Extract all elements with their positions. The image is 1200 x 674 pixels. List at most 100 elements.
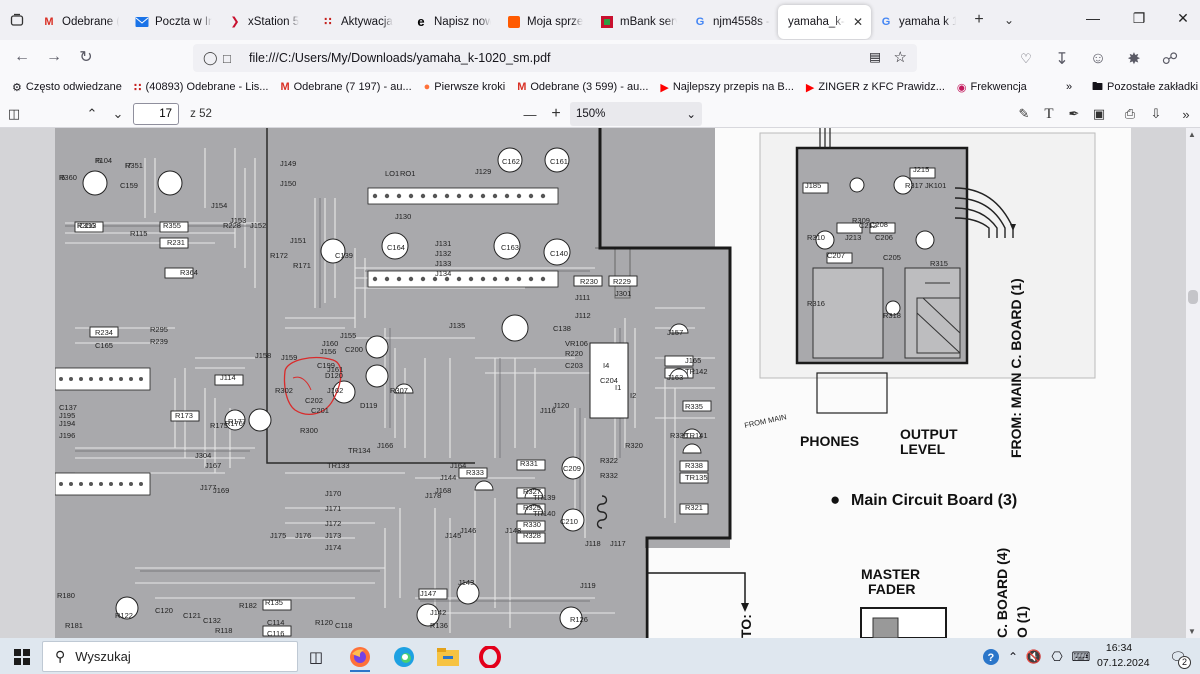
schematic-part-label: R180 [57,591,75,600]
vertical-scrollbar[interactable] [1186,128,1200,638]
previous-page-button[interactable]: ⌃ [82,104,102,124]
tab-mail[interactable]: Poczta w In [127,5,220,39]
network-button[interactable]: ⎔ [1046,641,1068,673]
volume-button[interactable]: 🔇 [1023,641,1045,673]
schematic-part-label: C206 [875,233,893,242]
zoom-out-button[interactable]: — [520,104,540,124]
reader-view-icon[interactable]: ▤ [869,49,881,64]
zoom-in-button[interactable]: + [546,104,566,124]
zoom-select[interactable]: 150% ⌄ [570,102,702,126]
sidebar-toggle-button[interactable]: ◫ [4,104,24,124]
keyboard-button[interactable]: ⌨ [1069,641,1093,673]
pocket-button[interactable]: ♡ [1010,45,1042,73]
tab-google-yamaha[interactable]: G yamaha k 1 [871,5,964,39]
new-tab-button[interactable]: + [964,5,994,35]
draw-button[interactable]: ✒ [1064,104,1084,124]
reload-button[interactable]: ↻ [70,43,102,71]
account-button[interactable]: ☺ [1082,45,1114,73]
schematic-part-label: J301 [615,289,631,298]
bookmark-item[interactable]: M Odebrane (7 197) - au... [274,81,417,93]
taskbar-file-explorer[interactable] [430,641,466,673]
taskbar-clock[interactable]: 16:34 07.12.2024 [1097,641,1150,671]
schematic-part-label: J172 [325,519,341,528]
shield-icon: ◯ [203,50,218,65]
scroll-down-arrow-icon[interactable]: ▼ [1188,627,1196,636]
bookmark-item[interactable]: ▶ ZINGER z KFC Prawidz... [800,81,951,94]
forward-button[interactable]: → [38,43,70,71]
arrow-right-icon: → [46,48,62,65]
text-tool-button[interactable]: T [1039,104,1059,124]
scrollbar-thumb[interactable] [1188,290,1198,304]
bookmark-item[interactable]: ⚙ Często odwiedzane [6,81,128,94]
taskbar-search[interactable]: ⚲ Wyszukaj [42,641,298,672]
start-button[interactable] [4,641,40,673]
schematic-part-label: J142 [430,608,446,617]
folder-icon: 🖿 [1092,80,1103,93]
extensions-button[interactable]: ☍ [1154,45,1186,73]
pdf-viewer[interactable]: R360 F104 R351 R356 C159 R115 R355 R231 R228 J154… [0,128,1186,638]
tab-napisz[interactable]: e Napisz now [406,5,499,39]
scroll-up-arrow-icon[interactable]: ▲ [1188,130,1196,139]
double-chevron-right-icon: » [1182,106,1190,122]
back-button[interactable]: ← [6,43,38,71]
bookmark-item[interactable]: M Odebrane (3 599) - au... [511,81,654,93]
bookmark-item[interactable]: ◉ Frekwencja [951,81,1033,94]
bookmark-label: Frekwencja [970,81,1027,93]
image-button[interactable]: ▣ [1089,104,1109,124]
bullet-icon: ● [830,490,840,509]
menu-button[interactable]: ≡ [1190,45,1200,73]
tray-overflow-button[interactable]: ⌃ [1003,641,1023,673]
tab-allegro[interactable]: Moja sprze [499,5,592,39]
help-tray-button[interactable]: ? [980,641,1002,673]
tab-list-button[interactable] [0,5,34,35]
other-bookmarks[interactable]: 🖿 Pozostałe zakładki [1086,78,1200,97]
tab-gmail[interactable]: M Odebrane ( [34,5,127,39]
downloads-button[interactable]: ↧ [1046,45,1078,73]
tab-title: yamaha k 1 [899,15,956,28]
print-button[interactable]: ⎙ [1120,104,1140,124]
schematic-part-label: TR139 [533,493,556,502]
taskbar-opera[interactable] [472,641,508,673]
bookmark-item[interactable]: ▶ Najlepszy przepis na B... [654,81,800,94]
chevron-up-icon: ⌃ [1007,650,1019,664]
schematic-part-label: J174 [325,543,341,552]
page-number-input[interactable] [133,103,179,125]
firefox-icon [350,647,370,667]
tab-yamaha-pdf[interactable]: yamaha_k-1( ✕ [778,4,871,39]
schematic-part-label: J166 [377,441,393,450]
schematic-part-label: J154 [211,201,227,210]
schematic-part-label: C164 [387,243,405,252]
bookmarks-overflow-button[interactable]: » [1060,81,1078,93]
schematic-part-label: I2 [630,391,636,400]
taskbar-edge[interactable] [386,641,422,673]
bookmark-item[interactable]: ∷ (40893) Odebrane - Lis... [128,81,275,94]
schematic-part-label: I1 [615,383,621,392]
schematic-part-label: R177 [228,417,246,426]
schematic-part-label: C200 [345,345,363,354]
address-bar[interactable]: ◯ □ file:///C:/Users/My/Downloads/yamaha… [193,44,917,72]
youtube-icon: ▶ [805,81,815,94]
close-window-button[interactable]: ✕ [1160,0,1200,36]
windows-logo-icon [14,649,30,665]
bookmark-item[interactable]: ● Pierwsze kroki [418,81,512,93]
save-button[interactable]: ⇩ [1146,104,1166,124]
tab-google-njm[interactable]: G njm4558s - [685,5,778,39]
restore-button[interactable]: ❐ [1116,0,1162,36]
highlight-button[interactable]: ✎ [1014,104,1034,124]
tab-aktywacja[interactable]: ∷ Aktywacja [313,5,406,39]
task-view-button[interactable]: ◫ [298,641,334,673]
taskbar-firefox[interactable] [342,641,378,673]
tab-mbank[interactable]: mBank serv [592,5,685,39]
next-page-button[interactable]: ⌄ [108,104,128,124]
addon-button[interactable]: ✸ [1118,45,1150,73]
notifications-button[interactable]: 🗨 2 [1160,641,1196,673]
folder-icon [437,648,459,666]
tab-list-dropdown[interactable]: ⌄ [994,5,1024,35]
reload-icon: ↻ [79,49,93,66]
star-icon[interactable]: ☆ [894,48,907,66]
tab-xstation[interactable]: ❯ xStation 5 [220,5,313,39]
schematic-part-label: J162 [327,386,343,395]
tools-overflow-button[interactable]: » [1176,104,1196,124]
minimize-button[interactable]: — [1070,0,1116,36]
close-tab-icon[interactable]: ✕ [853,15,863,29]
